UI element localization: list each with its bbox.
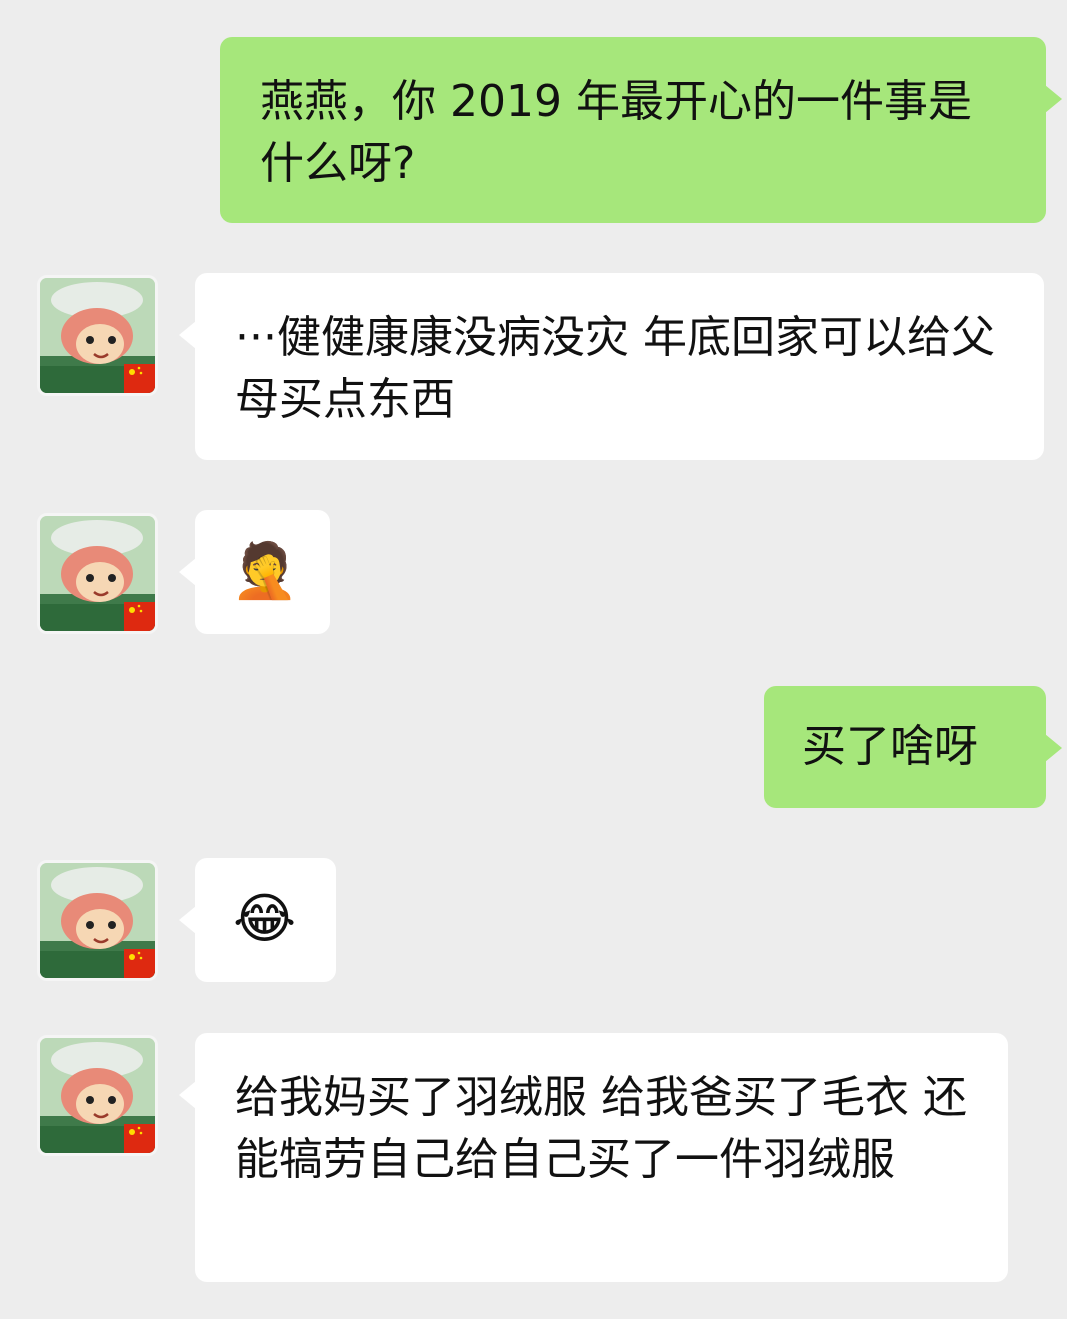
sent-message-bubble[interactable]: 买了啥呀 [764,686,1062,808]
tears-of-joy-emoji: 😂 [233,887,297,950]
contact-avatar[interactable] [37,275,158,396]
message-text: 燕燕，你 2019 年最开心的一件事是什么呀? [260,76,972,189]
ponyo-avatar-icon [40,1038,155,1153]
ponyo-avatar-icon [40,863,155,978]
sent-message-bubble[interactable]: 燕燕，你 2019 年最开心的一件事是什么呀? [220,37,1062,223]
facepalm-laughing-emoji: 🤦 [231,539,299,602]
message-text: 买了啥呀 [802,721,978,772]
contact-avatar[interactable] [37,860,158,981]
contact-avatar[interactable] [37,1035,158,1156]
received-message-bubble[interactable]: 🤦 [179,510,330,634]
message-text: 给我妈买了羽绒服 给我爸买了毛衣 还能犒劳自己给自己买了一件羽绒服 [235,1072,967,1185]
contact-avatar[interactable] [37,513,158,634]
ponyo-avatar-icon [40,516,155,631]
received-message-bubble[interactable]: ···健健康康没病没灾 年底回家可以给父母买点东西 [179,273,1044,460]
message-text: ···健健康康没病没灾 年底回家可以给父母买点东西 [235,312,995,425]
received-message-bubble[interactable]: 给我妈买了羽绒服 给我爸买了毛衣 还能犒劳自己给自己买了一件羽绒服 [179,1033,1008,1282]
ponyo-avatar-icon [40,278,155,393]
chat-message-list[interactable]: 燕燕，你 2019 年最开心的一件事是什么呀? ···健健康康没病没灾 年底回家… [0,0,1067,1319]
received-message-bubble[interactable]: 😂 [179,858,336,982]
